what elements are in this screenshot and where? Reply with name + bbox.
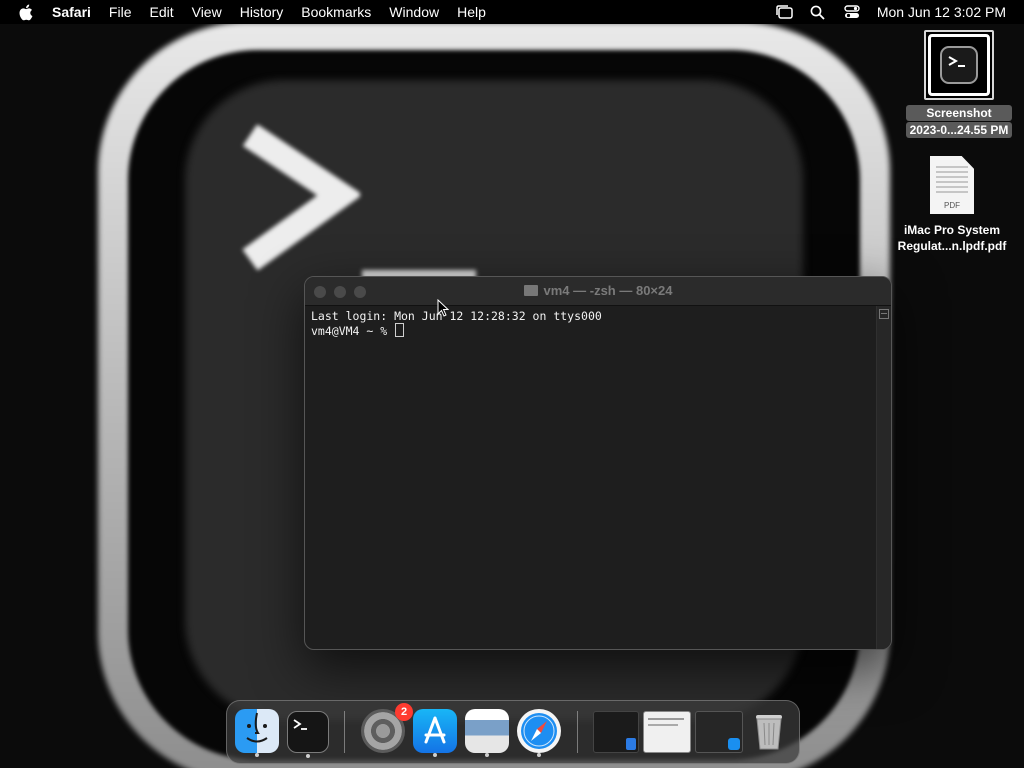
screenshot-label-line2: 2023-0...24.55 PM — [905, 122, 1013, 138]
screenshot-thumbnail — [924, 30, 994, 100]
desktop-item-screenshot[interactable]: Screenshot 2023-0...24.55 PM — [898, 30, 1020, 139]
pdf-document-icon: PDF — [930, 156, 974, 214]
pdf-label-line1: iMac Pro System — [903, 223, 1001, 237]
folder-icon — [523, 285, 538, 296]
terminal-prompt: vm4@VM4 ~ % — [311, 324, 395, 338]
pdf-label-line2: Regulat...n.lpdf.pdf — [897, 239, 1007, 253]
control-center-icon[interactable] — [842, 2, 862, 22]
pdf-label: iMac Pro System Regulat...n.lpdf.pdf — [898, 222, 1007, 254]
terminal-title-text: vm4 — -zsh — 80×24 — [543, 283, 673, 298]
dock-separator — [344, 711, 345, 753]
stage-manager-icon[interactable] — [774, 2, 794, 22]
menu-view[interactable]: View — [183, 0, 231, 24]
text-cursor — [395, 323, 405, 337]
terminal-title-bar[interactable]: vm4 — -zsh — 80×24 — [305, 277, 891, 306]
running-indicator — [306, 754, 310, 758]
dock-system-settings-icon[interactable]: 2 — [361, 703, 413, 753]
menu-bar-clock[interactable]: Mon Jun 12 3:02 PM — [877, 4, 1006, 20]
pdf-tag: PDF — [944, 201, 960, 210]
desktop-item-pdf[interactable]: PDF iMac Pro System Regulat...n.lpdf.pdf — [894, 156, 1010, 254]
dock-minimized-window-1[interactable] — [593, 711, 639, 753]
menu-app-name[interactable]: Safari — [52, 0, 100, 24]
menu-history[interactable]: History — [231, 0, 293, 24]
dock-minimized-window-2[interactable] — [643, 711, 691, 753]
mouse-pointer-icon — [437, 299, 449, 317]
running-indicator — [485, 753, 489, 757]
screenshot-label: Screenshot 2023-0...24.55 PM — [905, 104, 1013, 139]
dock-preview-icon[interactable] — [465, 709, 509, 757]
terminal-icon — [940, 46, 978, 84]
dock-finder-icon[interactable] — [235, 709, 279, 757]
terminal-scrollbar[interactable] — [876, 306, 891, 649]
terminal-window[interactable]: vm4 — -zsh — 80×24 Last login: Mon Jun 1… — [304, 276, 892, 650]
spotlight-search-icon[interactable] — [808, 2, 828, 22]
terminal-prompt-line[interactable]: vm4@VM4 ~ % — [311, 323, 875, 338]
menu-bookmarks[interactable]: Bookmarks — [292, 0, 380, 24]
dock-minimized-window-3[interactable] — [695, 711, 743, 753]
dock-trash-icon[interactable] — [747, 709, 791, 753]
dock-separator — [577, 711, 578, 753]
screenshot-label-line1: Screenshot — [905, 105, 1013, 121]
menu-window[interactable]: Window — [380, 0, 448, 24]
terminal-title: vm4 — -zsh — 80×24 — [305, 277, 891, 305]
apple-icon[interactable] — [18, 3, 36, 21]
running-indicator — [537, 753, 541, 757]
dock-safari-icon[interactable] — [517, 709, 561, 757]
dock: 2 — [226, 700, 800, 764]
wallpaper-prompt-glyph — [242, 125, 360, 271]
dock-app-store-icon[interactable] — [413, 709, 457, 757]
menu-file[interactable]: File — [100, 0, 141, 24]
menu-edit[interactable]: Edit — [140, 0, 182, 24]
running-indicator — [433, 753, 437, 757]
dock-terminal-icon[interactable] — [287, 711, 329, 758]
running-indicator — [255, 753, 259, 757]
notification-badge: 2 — [395, 703, 413, 721]
menu-bar: Safari File Edit View History Bookmarks … — [0, 0, 1024, 24]
terminal-text-area[interactable]: Last login: Mon Jun 12 12:28:32 on ttys0… — [311, 309, 875, 649]
terminal-output-line: Last login: Mon Jun 12 12:28:32 on ttys0… — [311, 309, 602, 323]
menu-help[interactable]: Help — [448, 0, 495, 24]
split-pane-icon[interactable] — [879, 309, 889, 319]
